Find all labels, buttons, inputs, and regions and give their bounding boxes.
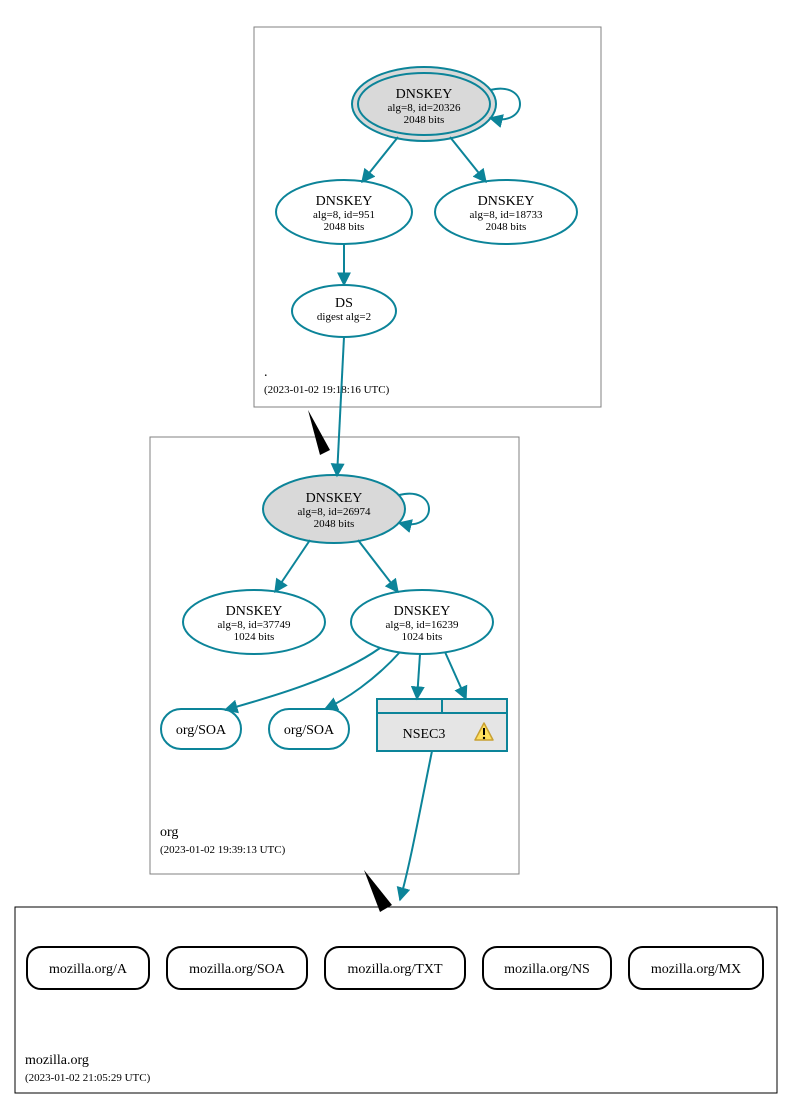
zone-root-label: . <box>264 365 268 380</box>
dnskey-root: DNSKEY alg=8, id=20326 2048 bits <box>352 67 520 141</box>
svg-text:alg=8, id=16239: alg=8, id=16239 <box>386 619 459 631</box>
svg-text:DS: DS <box>335 296 353 311</box>
zone-org: org (2023-01-02 19:39:13 UTC) DNSKEY alg… <box>150 437 519 874</box>
edge-nsec3-to-mozilla <box>400 751 432 900</box>
dnskey-org-root: DNSKEY alg=8, id=26974 2048 bits <box>263 475 429 543</box>
svg-text:DNSKEY: DNSKEY <box>306 491 363 506</box>
edge <box>225 648 380 710</box>
dnskey-org-right: DNSKEY alg=8, id=16239 1024 bits <box>351 590 493 654</box>
svg-text:DNSKEY: DNSKEY <box>316 194 373 209</box>
dnskey-org-left: DNSKEY alg=8, id=37749 1024 bits <box>183 590 325 654</box>
dnskey-root-title: DNSKEY <box>396 87 453 102</box>
zone-mozilla-label: mozilla.org <box>25 1053 89 1068</box>
svg-text:mozilla.org/A: mozilla.org/A <box>49 962 128 977</box>
dnskey-root-left: DNSKEY alg=8, id=951 2048 bits <box>276 180 412 244</box>
zone-org-label: org <box>160 825 178 840</box>
svg-text:mozilla.org/MX: mozilla.org/MX <box>651 962 741 977</box>
zone-root: . (2023-01-02 19:18:16 UTC) DNSKEY alg=8… <box>254 27 601 407</box>
svg-text:alg=8, id=26974: alg=8, id=26974 <box>298 506 371 518</box>
svg-text:alg=8, id=18733: alg=8, id=18733 <box>470 209 543 221</box>
ds-node: DS digest alg=2 <box>292 285 396 337</box>
svg-text:mozilla.org/SOA: mozilla.org/SOA <box>189 962 286 977</box>
rr-soa: mozilla.org/SOA <box>167 947 307 989</box>
zone-org-time: (2023-01-02 19:39:13 UTC) <box>160 844 286 856</box>
svg-text:digest alg=2: digest alg=2 <box>317 311 371 323</box>
svg-text:alg=8, id=37749: alg=8, id=37749 <box>218 619 291 631</box>
soa1: org/SOA <box>161 709 241 749</box>
svg-text:mozilla.org/TXT: mozilla.org/TXT <box>348 962 443 977</box>
edge <box>450 137 486 182</box>
rr-txt: mozilla.org/TXT <box>325 947 465 989</box>
svg-text:2048 bits: 2048 bits <box>324 221 365 233</box>
svg-text:DNSKEY: DNSKEY <box>226 604 283 619</box>
svg-text:1024 bits: 1024 bits <box>402 631 443 643</box>
svg-text:2048 bits: 2048 bits <box>404 114 445 126</box>
nsec3-box: NSEC3 <box>377 699 507 751</box>
svg-text:2048 bits: 2048 bits <box>314 518 355 530</box>
rr-ns: mozilla.org/NS <box>483 947 611 989</box>
edge <box>358 540 398 592</box>
nsec3-label: NSEC3 <box>403 727 446 742</box>
rr-a: mozilla.org/A <box>27 947 149 989</box>
edge <box>362 137 398 182</box>
rr-mx: mozilla.org/MX <box>629 947 763 989</box>
edge <box>275 540 310 592</box>
dnssec-diagram: . (2023-01-02 19:18:16 UTC) DNSKEY alg=8… <box>0 0 793 1117</box>
zone-mozilla-time: (2023-01-02 21:05:29 UTC) <box>25 1072 151 1084</box>
zone-pointer-root-to-org <box>308 410 330 455</box>
svg-text:DNSKEY: DNSKEY <box>478 194 535 209</box>
svg-text:mozilla.org/NS: mozilla.org/NS <box>504 962 590 977</box>
zone-mozilla: mozilla.org (2023-01-02 21:05:29 UTC) mo… <box>15 907 777 1093</box>
svg-text:alg=8, id=951: alg=8, id=951 <box>313 209 375 221</box>
svg-text:alg=8, id=20326: alg=8, id=20326 <box>388 102 461 114</box>
soa2: org/SOA <box>269 709 349 749</box>
svg-text:org/SOA: org/SOA <box>284 723 335 738</box>
edge <box>417 654 420 699</box>
svg-text:1024 bits: 1024 bits <box>234 631 275 643</box>
edge <box>445 652 466 699</box>
svg-text:DNSKEY: DNSKEY <box>394 604 451 619</box>
svg-text:org/SOA: org/SOA <box>176 723 227 738</box>
dnskey-root-right: DNSKEY alg=8, id=18733 2048 bits <box>435 180 577 244</box>
zone-pointer-org-to-mozilla <box>364 870 392 912</box>
svg-text:2048 bits: 2048 bits <box>486 221 527 233</box>
zone-root-time: (2023-01-02 19:18:16 UTC) <box>264 384 390 396</box>
